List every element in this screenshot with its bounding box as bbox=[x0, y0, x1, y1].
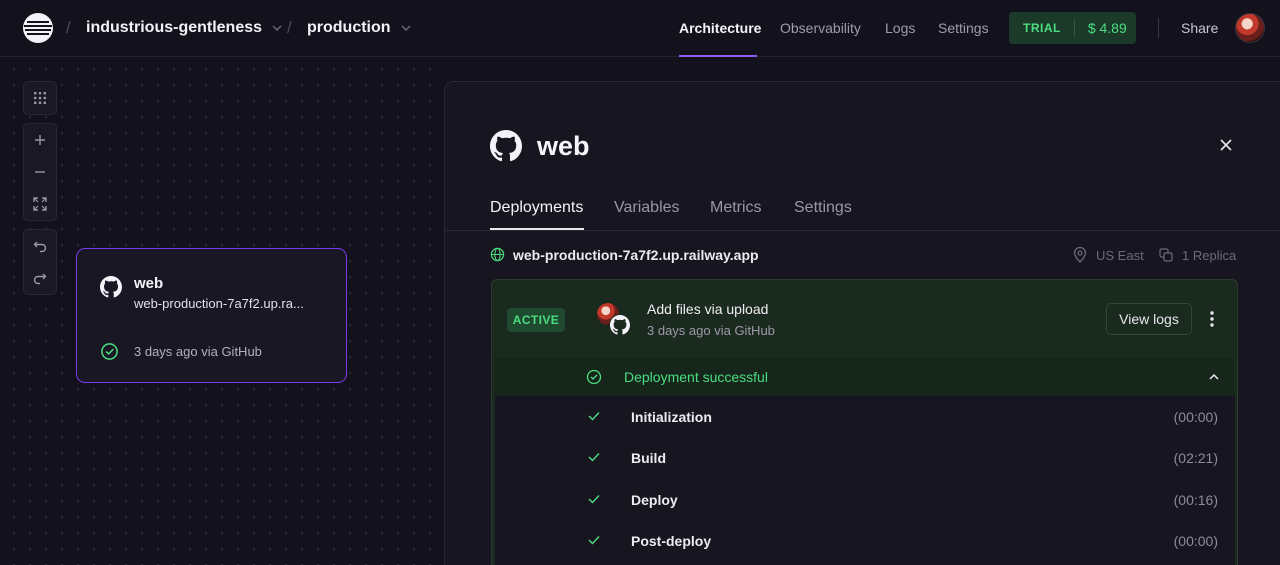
breadcrumb-separator: / bbox=[66, 18, 71, 37]
check-circle-icon bbox=[586, 369, 602, 385]
breadcrumb-separator: / bbox=[287, 18, 292, 37]
railway-logo-icon[interactable] bbox=[22, 12, 54, 44]
step-duration: (00:00) bbox=[1173, 409, 1218, 425]
nav-divider bbox=[1158, 18, 1159, 38]
canvas-toolbar-history bbox=[23, 229, 57, 295]
redo-icon bbox=[33, 273, 47, 285]
user-avatar[interactable] bbox=[1235, 13, 1265, 43]
region-label: US East bbox=[1096, 248, 1144, 263]
chevron-down-icon bbox=[272, 25, 282, 31]
more-options-icon[interactable] bbox=[1202, 309, 1222, 329]
zoom-in-button[interactable] bbox=[24, 124, 56, 156]
fit-view-icon bbox=[33, 197, 47, 211]
service-url: web-production-7a7f2.up.ra... bbox=[134, 296, 304, 311]
check-icon bbox=[588, 536, 600, 545]
step-duration: (00:00) bbox=[1173, 533, 1218, 549]
zoom-out-button[interactable] bbox=[24, 156, 56, 188]
tab-settings[interactable]: Settings bbox=[794, 199, 852, 217]
project-name: industrious-gentleness bbox=[86, 19, 263, 36]
undo-button[interactable] bbox=[24, 230, 56, 262]
view-logs-button[interactable]: View logs bbox=[1106, 303, 1192, 335]
architecture-canvas[interactable]: web web-production-7a7f2.up.ra... 3 days… bbox=[0, 57, 445, 565]
chevron-down-icon bbox=[401, 25, 411, 31]
step-row: Post-deploy (00:00) bbox=[495, 520, 1235, 561]
undo-icon bbox=[33, 241, 47, 253]
step-row: Initialization (00:00) bbox=[495, 396, 1235, 437]
map-pin-icon bbox=[1073, 247, 1087, 263]
environment-switcher[interactable]: production bbox=[307, 19, 411, 37]
step-row: Build (02:21) bbox=[495, 437, 1235, 478]
tab-variables[interactable]: Variables bbox=[614, 199, 680, 217]
step-row: Deploy (00:16) bbox=[495, 479, 1235, 520]
nav-logs[interactable]: Logs bbox=[885, 20, 915, 36]
github-icon bbox=[610, 315, 630, 335]
step-name: Deploy bbox=[631, 492, 678, 508]
grid-button[interactable] bbox=[24, 82, 56, 114]
globe-icon bbox=[490, 247, 505, 262]
step-name: Post-deploy bbox=[631, 533, 712, 549]
project-switcher[interactable]: industrious-gentleness bbox=[86, 19, 282, 37]
deployment-result-toggle[interactable]: Deployment successful bbox=[495, 358, 1235, 396]
canvas-toolbar-zoom bbox=[23, 123, 57, 221]
check-icon bbox=[588, 412, 600, 421]
status-badge: ACTIVE bbox=[507, 308, 565, 332]
share-button[interactable]: Share bbox=[1181, 20, 1218, 36]
trial-credit-pill[interactable]: TRIAL $ 4.89 bbox=[1009, 12, 1136, 44]
commit-message: Add files via upload bbox=[647, 301, 769, 317]
check-icon bbox=[588, 495, 600, 504]
top-navigation: / industrious-gentleness / production Ar… bbox=[0, 0, 1280, 57]
tab-metrics[interactable]: Metrics bbox=[710, 199, 762, 217]
replicas-icon bbox=[1159, 248, 1173, 262]
github-icon bbox=[100, 276, 122, 298]
nav-settings[interactable]: Settings bbox=[938, 20, 989, 36]
grid-icon bbox=[34, 92, 46, 104]
fit-view-button[interactable] bbox=[24, 188, 56, 220]
active-nav-indicator bbox=[679, 55, 757, 57]
github-icon bbox=[490, 130, 522, 162]
redo-button[interactable] bbox=[24, 262, 56, 294]
minus-icon bbox=[35, 171, 45, 173]
step-duration: (02:21) bbox=[1173, 450, 1218, 466]
tab-deployments[interactable]: Deployments bbox=[490, 199, 583, 217]
nav-observability[interactable]: Observability bbox=[780, 20, 861, 36]
pill-divider bbox=[1073, 19, 1075, 37]
deployment-result: Deployment successful bbox=[624, 369, 768, 385]
plan-label: TRIAL bbox=[1023, 21, 1061, 35]
commit-source bbox=[609, 314, 631, 336]
plus-icon bbox=[35, 135, 45, 145]
environment-name: production bbox=[307, 19, 391, 36]
deployment-card: ACTIVE Add files via upload 3 days ago v… bbox=[491, 279, 1238, 565]
credit-amount: $ 4.89 bbox=[1087, 20, 1127, 36]
service-card-web[interactable]: web web-production-7a7f2.up.ra... 3 days… bbox=[76, 248, 347, 383]
chevron-up-icon bbox=[1209, 373, 1219, 380]
step-name: Build bbox=[631, 450, 666, 466]
service-status: 3 days ago via GitHub bbox=[134, 344, 262, 359]
service-name: web bbox=[134, 275, 164, 292]
commit-meta: 3 days ago via GitHub bbox=[647, 323, 775, 338]
replicas-label: 1 Replica bbox=[1182, 248, 1237, 263]
step-duration: (00:16) bbox=[1173, 492, 1218, 508]
canvas-toolbar-grid bbox=[23, 81, 57, 115]
close-icon[interactable] bbox=[1219, 138, 1233, 152]
deployment-steps: Initialization (00:00) Build (02:21) Dep… bbox=[495, 396, 1235, 565]
panel-title: web bbox=[537, 131, 590, 161]
step-name: Initialization bbox=[631, 409, 712, 425]
service-domain-link[interactable]: web-production-7a7f2.up.railway.app bbox=[513, 247, 759, 263]
nav-architecture[interactable]: Architecture bbox=[679, 20, 761, 36]
check-circle-icon bbox=[101, 343, 118, 360]
check-icon bbox=[588, 453, 600, 462]
service-details-panel: web Deployments Variables Metrics Settin… bbox=[444, 81, 1280, 565]
tabs-divider bbox=[445, 230, 1280, 231]
